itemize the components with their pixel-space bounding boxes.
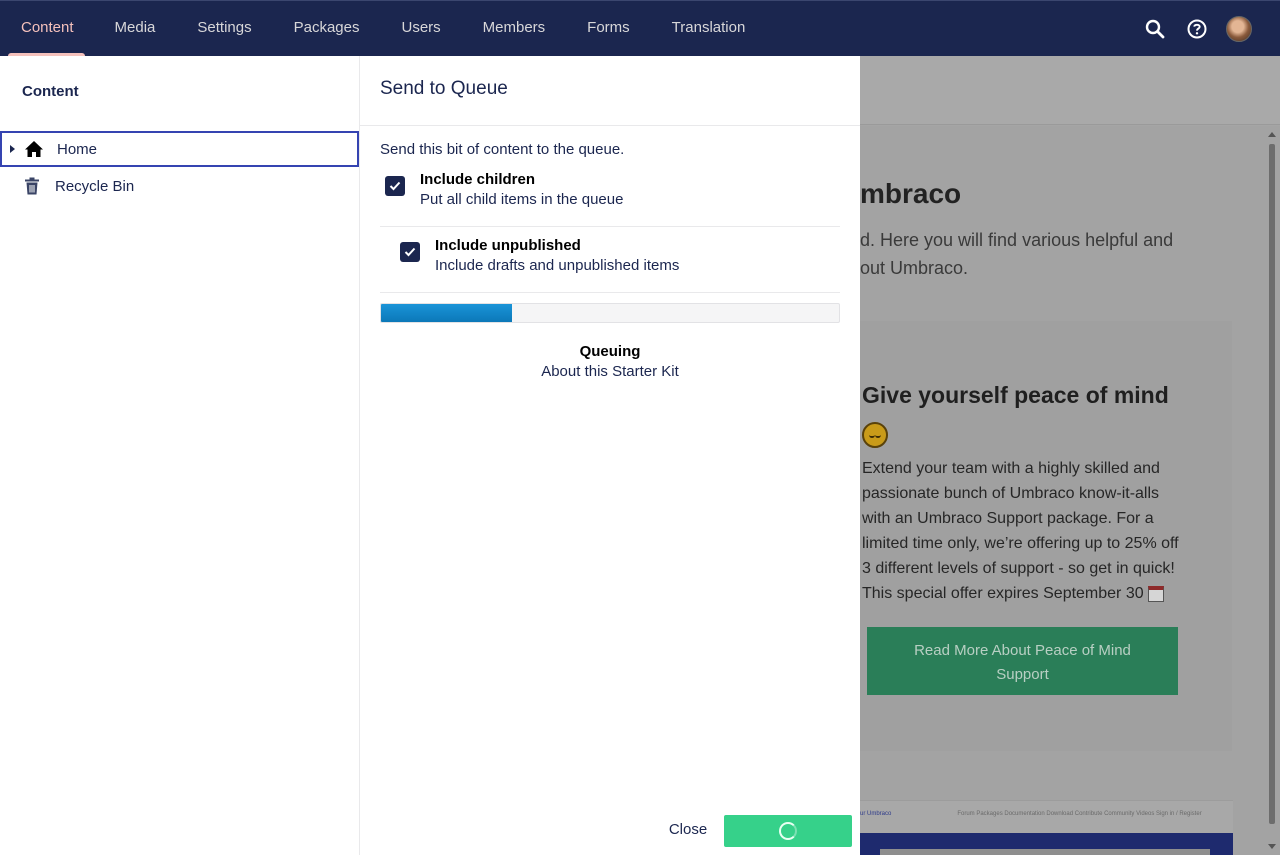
nav-settings[interactable]: Settings [197,1,251,57]
top-tools [1134,14,1260,44]
calendar-icon [1147,585,1164,602]
preview-heading: mbraco [860,178,962,209]
relieved-face-icon [862,421,888,448]
status-title: Queuing [579,343,641,360]
preview-scrollbar[interactable] [1264,126,1280,855]
nav-forms[interactable]: Forms [587,1,630,57]
expand-caret-icon[interactable] [10,145,15,153]
loading-spinner-icon [779,822,797,840]
scroll-up-arrow-icon[interactable] [1268,132,1276,137]
preview-thumbnail-brand: ur Umbraco [860,811,892,817]
nav-members[interactable]: Members [483,1,546,57]
preview-thumbnail-links: Forum Packages Documentation Download Co… [957,811,1202,817]
avatar [1226,16,1252,42]
dialog-description: Send this bit of content to the queue. [380,141,625,158]
submit-button[interactable] [724,815,852,847]
tree-item-home[interactable]: Home [0,131,359,167]
trash-icon [22,176,42,196]
include-children-label: Include children [420,171,536,188]
nav-media[interactable]: Media [115,1,156,57]
dialog-header: Send to Queue [360,56,860,126]
nav-users[interactable]: Users [401,1,440,57]
user-avatar-button[interactable] [1218,14,1260,44]
include-unpublished-description: Include drafts and unpublished items [435,257,680,274]
tree-title: Content [22,83,79,100]
include-unpublished-label: Include unpublished [435,237,581,254]
close-button[interactable]: Close [658,815,718,845]
preview-card-text: Extend your team with a highly skilled a… [862,456,1182,606]
preview-thumbnail: ur Umbraco Forum Packages Documentation D… [860,800,1233,855]
include-unpublished-checkbox[interactable] [400,242,420,262]
top-navigation-bar: Content Media Settings Packages Users Me… [0,0,1280,57]
queue-progress-bar [380,303,840,323]
preview-thumbnail-bar [860,833,1233,855]
tree-item-label: Home [57,140,98,158]
nav-translation[interactable]: Translation [672,1,746,57]
home-icon [24,139,44,159]
option-divider [380,226,840,227]
queue-progress-fill [381,304,512,322]
search-button[interactable] [1134,14,1176,44]
nav-content[interactable]: Content [8,1,85,57]
preview-card-heading-text: Give yourself peace of mind [862,382,1169,408]
preview-thumbnail-nav: ur Umbraco Forum Packages Documentation D… [860,811,1202,817]
scrollbar-thumb[interactable] [1269,144,1275,824]
tree-item-recycle-bin[interactable]: Recycle Bin [0,168,359,204]
option-divider [380,292,840,293]
send-to-queue-dialog: Send to Queue Send this bit of content t… [360,56,860,855]
preview-lead: d. Here you will find various helpful an… [860,230,1174,278]
help-button[interactable] [1176,14,1218,44]
check-icon [389,181,401,191]
scroll-down-arrow-icon[interactable] [1268,844,1276,849]
preview-card-heading: Give yourself peace of mind [862,376,1192,452]
preview-header [860,56,1280,125]
tree-item-label: Recycle Bin [55,177,135,195]
status-current-item: About this Starter Kit [541,363,679,380]
help-icon [1187,19,1207,39]
search-icon [1145,19,1165,39]
preview-card-text-body: Extend your team with a highly skilled a… [862,460,1179,602]
preview-card-button: Read More About Peace of Mind Support [867,627,1178,695]
content-preview-overlay: mbraco d. Here you will find various hel… [860,56,1280,855]
nav-packages[interactable]: Packages [294,1,360,57]
include-children-checkbox[interactable] [385,176,405,196]
section-nav: Content Media Settings Packages Users Me… [0,1,745,57]
content-tree: Content Home Recycle Bin [0,56,360,855]
check-icon [404,247,416,257]
dialog-title: Send to Queue [380,78,508,99]
include-children-description: Put all child items in the queue [420,191,624,208]
